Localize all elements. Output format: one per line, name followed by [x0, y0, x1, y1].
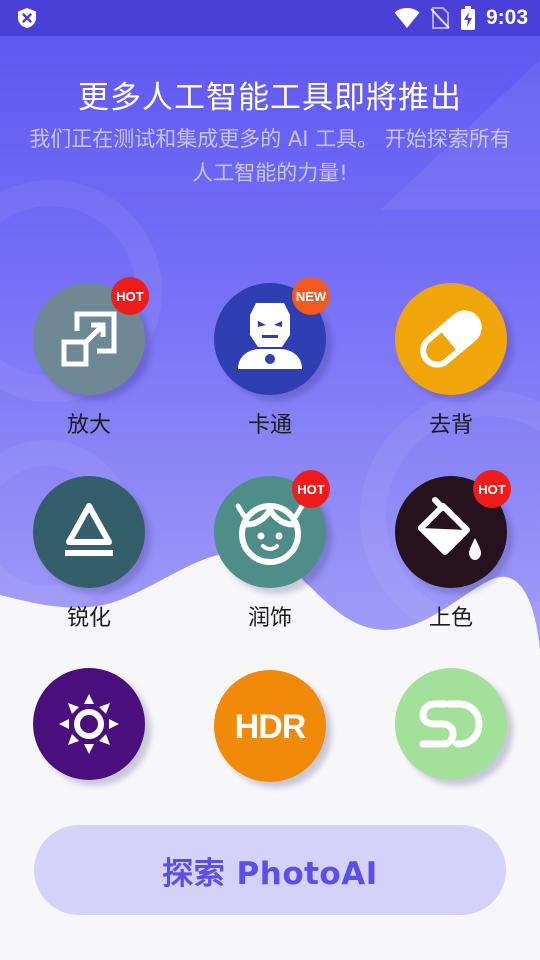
tool-sharpen[interactable]: 锐化 — [14, 476, 164, 631]
status-time: 9:03 — [485, 6, 528, 29]
tool-retouch-circle[interactable]: HOT — [214, 470, 330, 588]
battery-charging-icon — [460, 6, 475, 30]
tool-label — [195, 794, 345, 824]
hot-badge: HOT — [473, 470, 511, 508]
hdr-text: HDR — [235, 708, 306, 746]
tool-label: 放大 — [66, 413, 111, 438]
explore-photoai-button[interactable]: 探索 PhotoAI — [34, 825, 506, 915]
new-badge: NEW — [292, 277, 330, 315]
hdr-icon: HDR — [235, 708, 307, 746]
tool-label: 锐化 — [66, 606, 111, 631]
sharpen-triangle-icon — [65, 503, 113, 556]
tool-label — [376, 792, 526, 822]
tool-sd-circle[interactable] — [395, 668, 507, 780]
tool-upscale-circle[interactable]: HOT — [33, 277, 149, 395]
tool-colorize-circle[interactable]: HOT — [395, 470, 511, 588]
tool-upscale[interactable]: HOT 放大 — [14, 277, 164, 438]
brightness-icon — [59, 694, 119, 754]
tool-colorize[interactable]: HOT 上色 — [376, 470, 526, 631]
tool-retouch[interactable]: HOT 润饰 — [195, 470, 345, 631]
hot-badge: HOT — [292, 470, 330, 508]
wifi-icon — [394, 8, 420, 28]
tool-hdr-circle[interactable]: HDR — [214, 670, 326, 782]
status-bar: 9:03 — [0, 0, 540, 36]
hot-badge: HOT — [111, 277, 149, 315]
tool-hdr[interactable]: HDR — [195, 670, 345, 824]
tool-label: 卡通 — [247, 413, 292, 438]
tool-sharpen-circle[interactable] — [33, 476, 145, 588]
eraser-icon — [420, 310, 482, 368]
page-title: 更多人工智能工具即將推出 — [78, 80, 462, 116]
tool-label: 上色 — [428, 606, 473, 631]
tool-remove-background[interactable]: 去背 — [376, 283, 526, 438]
sd-icon — [419, 700, 483, 748]
no-sim-icon — [430, 7, 450, 29]
tool-label: 去背 — [428, 413, 473, 438]
page-subtitle: 我们正在测试和集成更多的 AI 工具。 开始探索所有人工智能的力量! — [29, 127, 511, 185]
tool-remove-background-circle[interactable] — [395, 283, 507, 395]
tool-cartoon-circle[interactable]: NEW — [214, 277, 330, 395]
tool-cartoon[interactable]: NEW 卡通 — [195, 277, 345, 438]
tool-brightness-circle[interactable] — [33, 668, 145, 780]
shield-icon — [18, 8, 36, 28]
tool-label — [14, 792, 164, 822]
tool-label: 润饰 — [247, 606, 292, 631]
tool-sd[interactable] — [376, 668, 526, 822]
tool-brightness[interactable] — [14, 668, 164, 822]
